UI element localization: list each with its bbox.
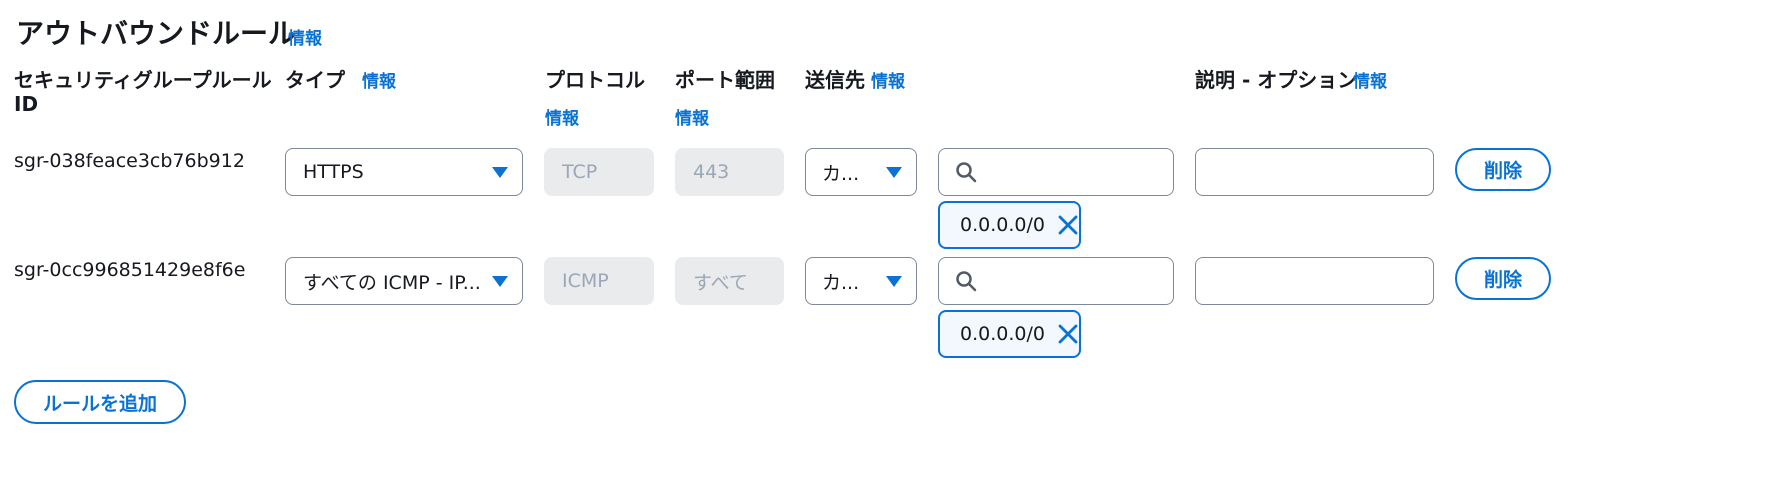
destination-search-input[interactable] (938, 148, 1174, 196)
port-range-field: すべて (675, 257, 784, 305)
header-port-info-link[interactable]: 情報 (675, 104, 709, 129)
rule-id: sgr-038feace3cb76b912 (14, 150, 245, 172)
header-destination-info-link[interactable]: 情報 (871, 67, 905, 92)
rule-id: sgr-0cc996851429e8f6e (14, 259, 246, 281)
type-select[interactable]: すべての ICMP - IP... (285, 257, 523, 305)
destination-search-input[interactable] (938, 257, 1174, 305)
header-protocol: プロトコル (545, 68, 645, 92)
search-icon (956, 162, 977, 183)
type-select[interactable]: HTTPS (285, 148, 523, 196)
destination-type-select[interactable]: カ... (805, 148, 917, 196)
header-type-info-link[interactable]: 情報 (362, 67, 396, 92)
header-rule-id: セキュリティグループルール (14, 68, 272, 92)
destination-token: 0.0.0.0/0 (938, 310, 1081, 358)
caret-down-icon (886, 166, 902, 178)
destination-type-value: カ... (822, 271, 860, 294)
caret-down-icon (492, 275, 508, 287)
protocol-field: TCP (544, 148, 654, 196)
description-input[interactable] (1195, 148, 1434, 196)
section-info-link[interactable]: 情報 (288, 24, 322, 49)
close-icon[interactable] (1057, 214, 1079, 236)
close-icon[interactable] (1057, 323, 1079, 345)
section-title: アウトバウンドルール (16, 17, 297, 50)
caret-down-icon (492, 166, 508, 178)
header-description-info-link[interactable]: 情報 (1353, 67, 1387, 92)
destination-type-value: カ... (822, 162, 860, 185)
destination-type-select[interactable]: カ... (805, 257, 917, 305)
header-destination: 送信先 (805, 68, 865, 92)
header-rule-id-line2: ID (14, 92, 39, 116)
destination-token-label: 0.0.0.0/0 (960, 323, 1045, 345)
header-port-range: ポート範囲 (675, 68, 775, 92)
header-type: タイプ (285, 68, 345, 92)
header-description: 説明 - オプション (1195, 68, 1358, 92)
delete-rule-button[interactable]: 削除 (1455, 148, 1551, 191)
type-select-value: HTTPS (303, 161, 364, 183)
port-range-field: 443 (675, 148, 784, 196)
search-icon (956, 271, 977, 292)
delete-rule-button[interactable]: 削除 (1455, 257, 1551, 300)
type-select-value: すべての ICMP - IP... (303, 271, 481, 294)
header-protocol-info-link[interactable]: 情報 (545, 104, 579, 129)
add-rule-button[interactable]: ルールを追加 (14, 380, 186, 424)
destination-token: 0.0.0.0/0 (938, 201, 1081, 249)
protocol-field: ICMP (544, 257, 654, 305)
caret-down-icon (886, 275, 902, 287)
destination-token-label: 0.0.0.0/0 (960, 214, 1045, 236)
description-input[interactable] (1195, 257, 1434, 305)
